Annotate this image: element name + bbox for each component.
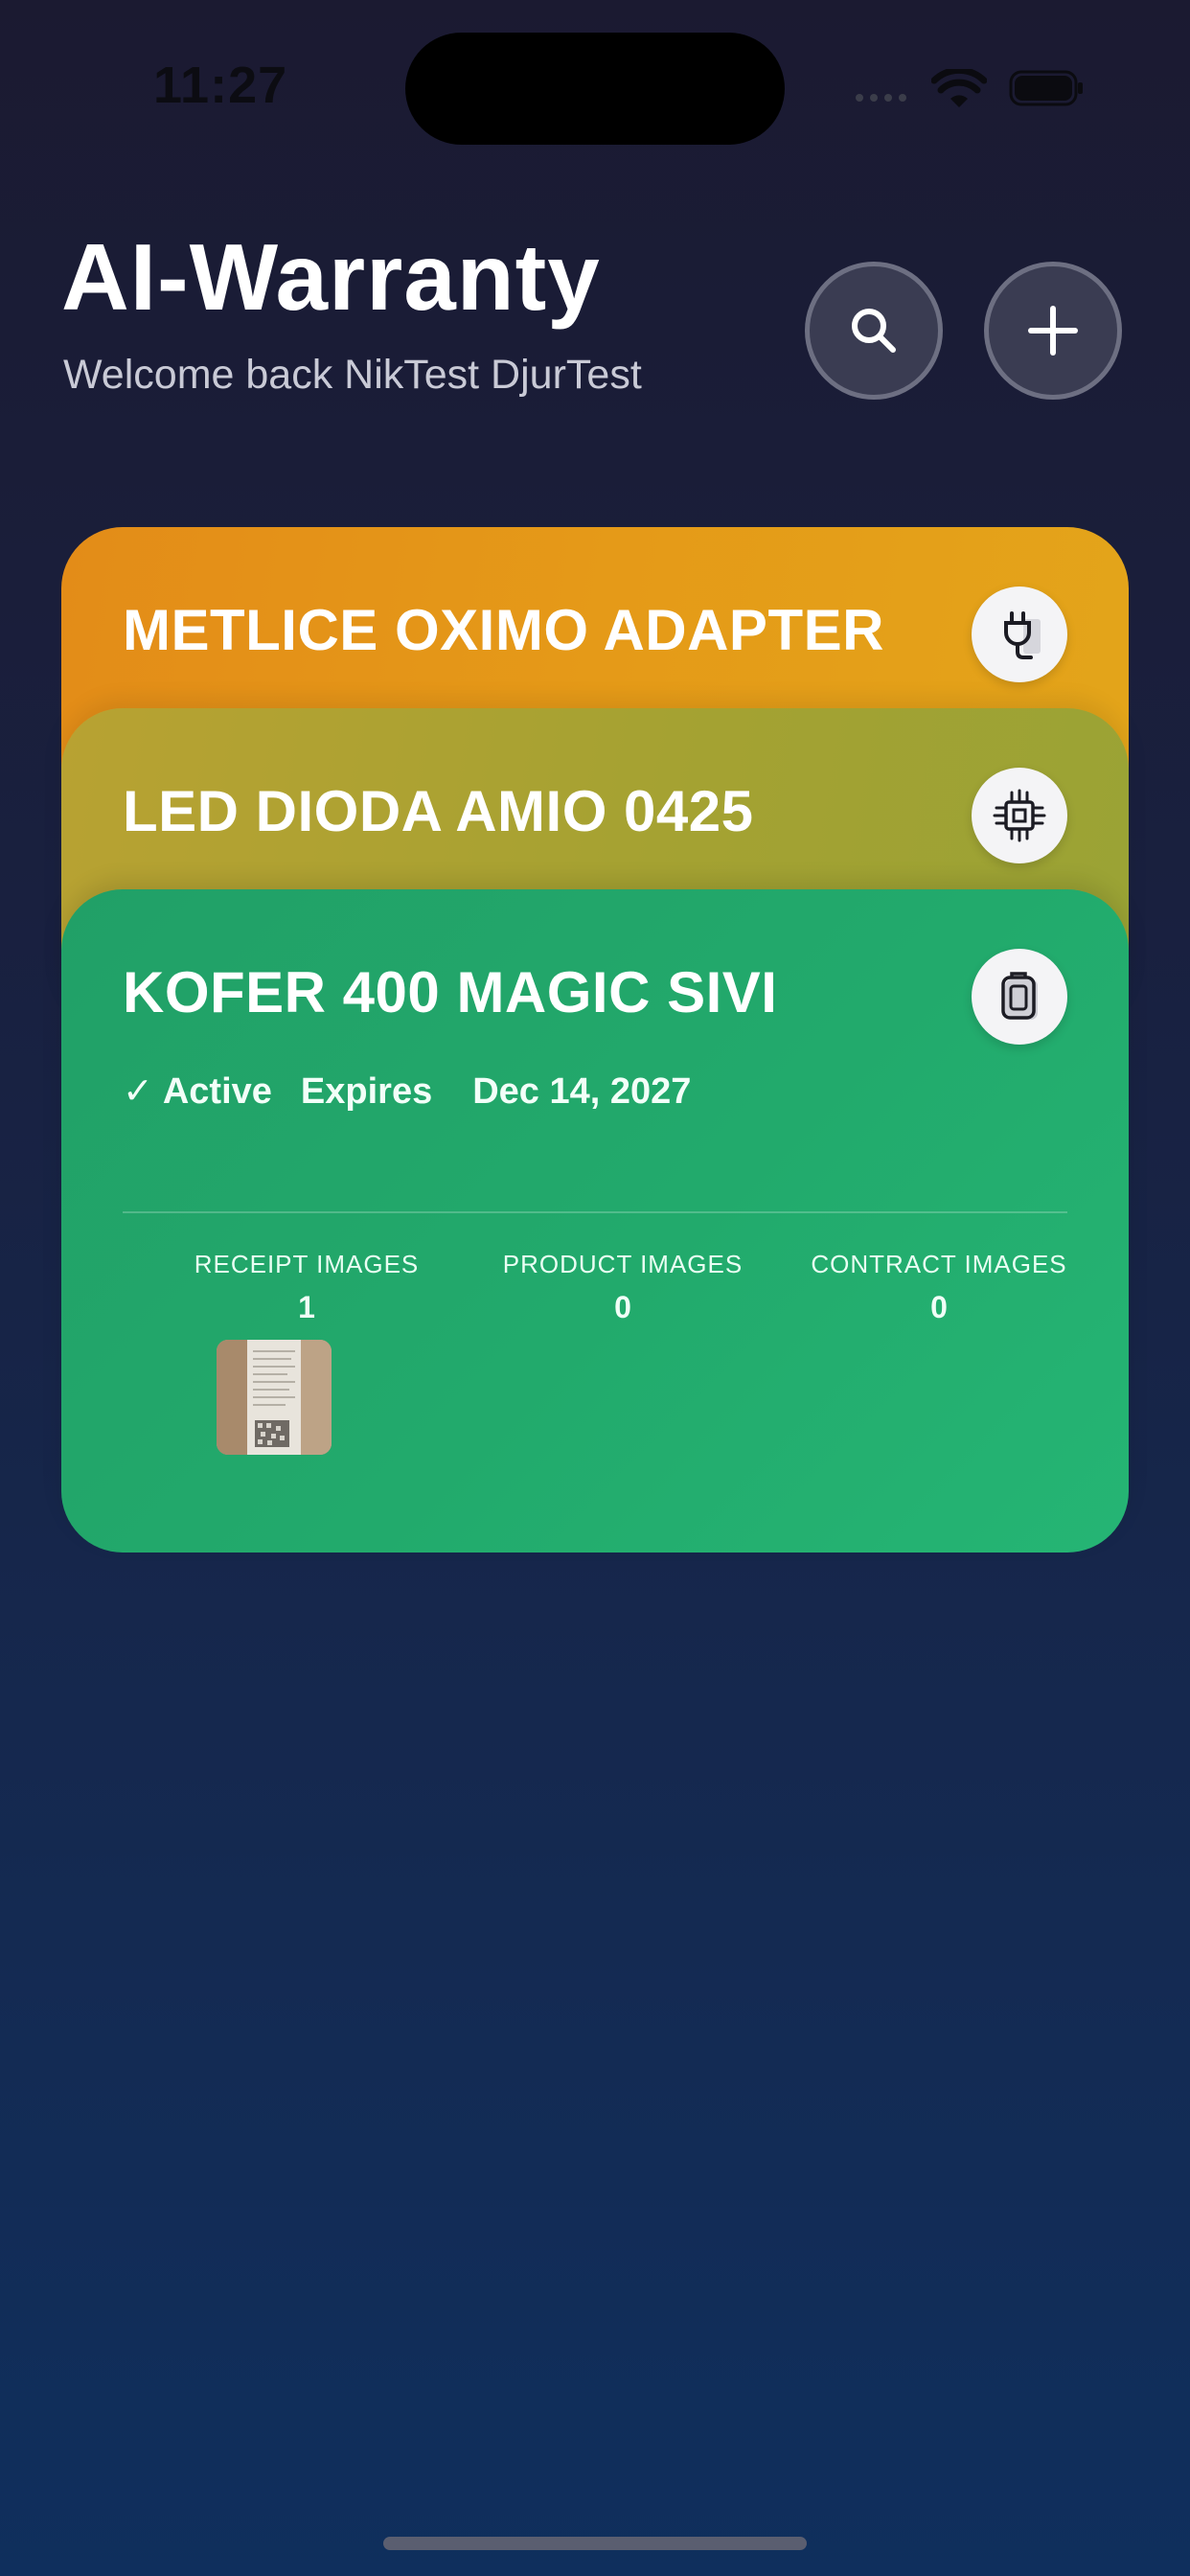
status-text: Active <box>162 1071 272 1112</box>
receipt-images-section: RECEIPT IMAGES 1 <box>149 1252 465 1322</box>
suitcase-icon <box>972 949 1067 1045</box>
battery-icon <box>1009 70 1083 106</box>
receipt-images-count: 1 <box>298 1290 315 1324</box>
expires-date: Dec 14, 2027 <box>472 1071 692 1112</box>
expires-label: Expires <box>300 1071 433 1112</box>
product-images-section: PRODUCT IMAGES 0 <box>465 1252 781 1322</box>
receipt-images-label: RECEIPT IMAGES <box>194 1250 420 1278</box>
status-time: 11:27 <box>153 57 288 114</box>
card-title: LED DIODA AMIO 0425 <box>123 779 754 843</box>
search-button[interactable] <box>805 262 943 400</box>
contract-images-count: 0 <box>930 1290 948 1324</box>
contract-images-label: CONTRACT IMAGES <box>811 1250 1067 1278</box>
dynamic-island <box>405 33 785 145</box>
contract-images-section: CONTRACT IMAGES 0 <box>781 1252 1097 1322</box>
home-indicator[interactable] <box>383 2537 807 2550</box>
divider <box>123 1211 1067 1213</box>
app-title: AI-Warranty <box>61 224 601 330</box>
wifi-icon <box>931 69 987 107</box>
cellular-signal-icon <box>856 94 906 102</box>
receipt-thumbnail[interactable] <box>217 1340 332 1455</box>
product-images-label: PRODUCT IMAGES <box>502 1250 744 1278</box>
welcome-subtitle: Welcome back NikTest DjurTest <box>63 352 642 398</box>
chip-icon <box>972 768 1067 863</box>
product-images-count: 0 <box>614 1290 631 1324</box>
search-icon <box>852 309 896 353</box>
warranty-card-expanded[interactable]: KOFER 400 MAGIC SIVI ✓ Active Expires De… <box>61 889 1129 1552</box>
warranty-status-row: ✓ Active Expires Dec 14, 2027 <box>123 1073 691 1110</box>
plug-icon <box>972 586 1067 682</box>
receipt-thumbnail-image <box>217 1340 332 1455</box>
add-warranty-button[interactable] <box>984 262 1122 400</box>
card-title: KOFER 400 MAGIC SIVI <box>123 960 778 1024</box>
plus-icon <box>1028 306 1078 356</box>
check-icon: ✓ <box>123 1071 153 1112</box>
card-title: METLICE OXIMO ADAPTER <box>123 598 884 662</box>
